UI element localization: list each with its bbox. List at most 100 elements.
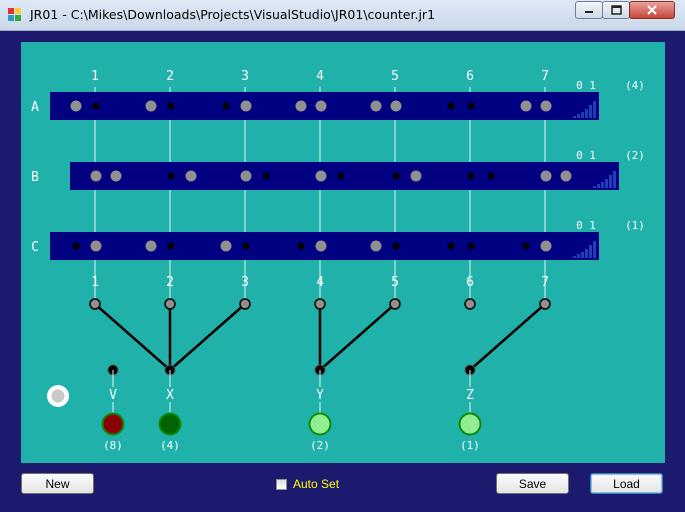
wire-x-1 bbox=[94, 303, 171, 371]
rotor-pin-grey[interactable] bbox=[315, 240, 327, 252]
rotor-pin-black[interactable] bbox=[242, 242, 250, 250]
rotor-pin-black[interactable] bbox=[297, 242, 305, 250]
counter-bar bbox=[593, 186, 596, 188]
output-label-y: Y bbox=[316, 388, 324, 403]
new-button[interactable]: New bbox=[21, 473, 94, 494]
rotor-pin-black[interactable] bbox=[392, 242, 400, 250]
close-button[interactable] bbox=[629, 1, 675, 19]
rotor-pin-black[interactable] bbox=[447, 102, 455, 110]
column-number-bottom: 1 bbox=[91, 275, 99, 290]
rotor-bit-labels: 0 1 bbox=[576, 79, 596, 92]
rotor-pin-black[interactable] bbox=[167, 102, 175, 110]
rotor-pin-grey[interactable] bbox=[145, 240, 157, 252]
column-number-top: 7 bbox=[541, 69, 549, 84]
rotor-pin-grey[interactable] bbox=[110, 170, 122, 182]
rotor-pin-black[interactable] bbox=[467, 242, 475, 250]
rotor-pin-grey[interactable] bbox=[560, 170, 572, 182]
rotor-pin-grey[interactable] bbox=[540, 240, 552, 252]
rotor-pin-black[interactable] bbox=[92, 102, 100, 110]
column-number-bottom: 5 bbox=[391, 275, 399, 290]
rotor-pin-black[interactable] bbox=[337, 172, 345, 180]
column-pin-3[interactable] bbox=[239, 298, 251, 310]
column-pin-2[interactable] bbox=[164, 298, 176, 310]
rotor-pin-black[interactable] bbox=[167, 172, 175, 180]
rotor-pin-black[interactable] bbox=[467, 172, 475, 180]
wire-z-7 bbox=[469, 303, 546, 371]
rotor-pin-black[interactable] bbox=[487, 172, 495, 180]
wire-y-5 bbox=[319, 303, 396, 371]
output-label-z: Z bbox=[466, 388, 474, 403]
output-label-v: V bbox=[109, 388, 117, 403]
minimize-button[interactable] bbox=[575, 1, 603, 19]
rotor-pin-grey[interactable] bbox=[540, 170, 552, 182]
counter-bar bbox=[601, 182, 604, 188]
counter-bar bbox=[581, 112, 584, 118]
counter-bar bbox=[605, 179, 608, 188]
rotor-pin-grey[interactable] bbox=[390, 100, 402, 112]
rotor-pin-grey[interactable] bbox=[240, 170, 252, 182]
column-number-bottom: 2 bbox=[166, 275, 174, 290]
rotor-pin-black[interactable] bbox=[467, 102, 475, 110]
rotor-pin-grey[interactable] bbox=[70, 100, 82, 112]
column-number-top: 1 bbox=[91, 69, 99, 84]
column-pin-6[interactable] bbox=[464, 298, 476, 310]
rotor-pin-grey[interactable] bbox=[540, 100, 552, 112]
output-lamp-z bbox=[458, 412, 482, 436]
autoset-control[interactable]: Auto Set bbox=[276, 476, 339, 492]
column-pin-7[interactable] bbox=[539, 298, 551, 310]
counter-bar bbox=[613, 171, 616, 188]
rotor-pin-grey[interactable] bbox=[240, 100, 252, 112]
rotor-pin-grey[interactable] bbox=[90, 240, 102, 252]
rotor-count: (2) bbox=[625, 149, 645, 162]
window-title: JR01 - C:\Mikes\Downloads\Projects\Visua… bbox=[30, 7, 436, 22]
output-lamp-v bbox=[101, 412, 125, 436]
rotor-pin-black[interactable] bbox=[447, 242, 455, 250]
rotor-pin-grey[interactable] bbox=[185, 170, 197, 182]
counter-bar bbox=[593, 101, 596, 118]
rotor-pin-grey[interactable] bbox=[220, 240, 232, 252]
rotor-pin-grey[interactable] bbox=[410, 170, 422, 182]
autoset-checkbox[interactable] bbox=[276, 478, 287, 490]
rotor-pin-black[interactable] bbox=[167, 242, 175, 250]
board-canvas: 1 2 3 4 5 6 7 A 0 1 (4) B 0 1 (2) C 0 1 (1) 1 2 3 4 5 6 7 V (8) X… bbox=[31, 69, 645, 452]
column-number-top: 5 bbox=[391, 69, 399, 84]
rotor-pin-grey[interactable] bbox=[315, 170, 327, 182]
column-pin-5[interactable] bbox=[389, 298, 401, 310]
counter-bar bbox=[577, 114, 580, 118]
output-value-y: (2) bbox=[310, 439, 330, 452]
column-number-bottom: 7 bbox=[541, 275, 549, 290]
rotor-pin-grey[interactable] bbox=[315, 100, 327, 112]
rotor-pin-black[interactable] bbox=[222, 102, 230, 110]
rotor-pin-black[interactable] bbox=[392, 172, 400, 180]
rotor-pin-grey[interactable] bbox=[145, 100, 157, 112]
board-panel: 1 2 3 4 5 6 7 A 0 1 (4) B 0 1 (2) C 0 1 (1) 1 2 3 4 5 6 7 V (8) X… bbox=[21, 42, 665, 463]
title-bar[interactable]: JR01 - C:\Mikes\Downloads\Projects\Visua… bbox=[0, 0, 685, 31]
rotor-label-c: C bbox=[31, 240, 39, 255]
output-label-x: X bbox=[166, 388, 174, 403]
rotor-pin-black[interactable] bbox=[72, 242, 80, 250]
counter-bar bbox=[589, 105, 592, 118]
counter-bar bbox=[573, 256, 576, 258]
maximize-icon bbox=[610, 5, 622, 15]
rotor-pin-black[interactable] bbox=[522, 242, 530, 250]
column-number-bottom: 4 bbox=[316, 275, 324, 290]
rotor-count: (4) bbox=[625, 79, 645, 92]
counter-bar bbox=[577, 254, 580, 258]
rotor-pin-grey[interactable] bbox=[520, 100, 532, 112]
rotor-pin-grey[interactable] bbox=[370, 240, 382, 252]
column-pin-1[interactable] bbox=[89, 298, 101, 310]
wire-x-3 bbox=[169, 303, 246, 371]
load-button[interactable]: Load bbox=[590, 473, 663, 494]
save-button[interactable]: Save bbox=[496, 473, 569, 494]
column-pin-4[interactable] bbox=[314, 298, 326, 310]
autoset-label[interactable]: Auto Set bbox=[293, 477, 339, 491]
rotor-label-a: A bbox=[31, 100, 39, 115]
rotor-pin-grey[interactable] bbox=[370, 100, 382, 112]
app-icon bbox=[8, 8, 21, 21]
column-number-top: 3 bbox=[241, 69, 249, 84]
maximize-button[interactable] bbox=[602, 1, 630, 19]
rotor-pin-grey[interactable] bbox=[90, 170, 102, 182]
output-lamp-x bbox=[158, 412, 182, 436]
rotor-pin-grey[interactable] bbox=[295, 100, 307, 112]
rotor-pin-black[interactable] bbox=[262, 172, 270, 180]
